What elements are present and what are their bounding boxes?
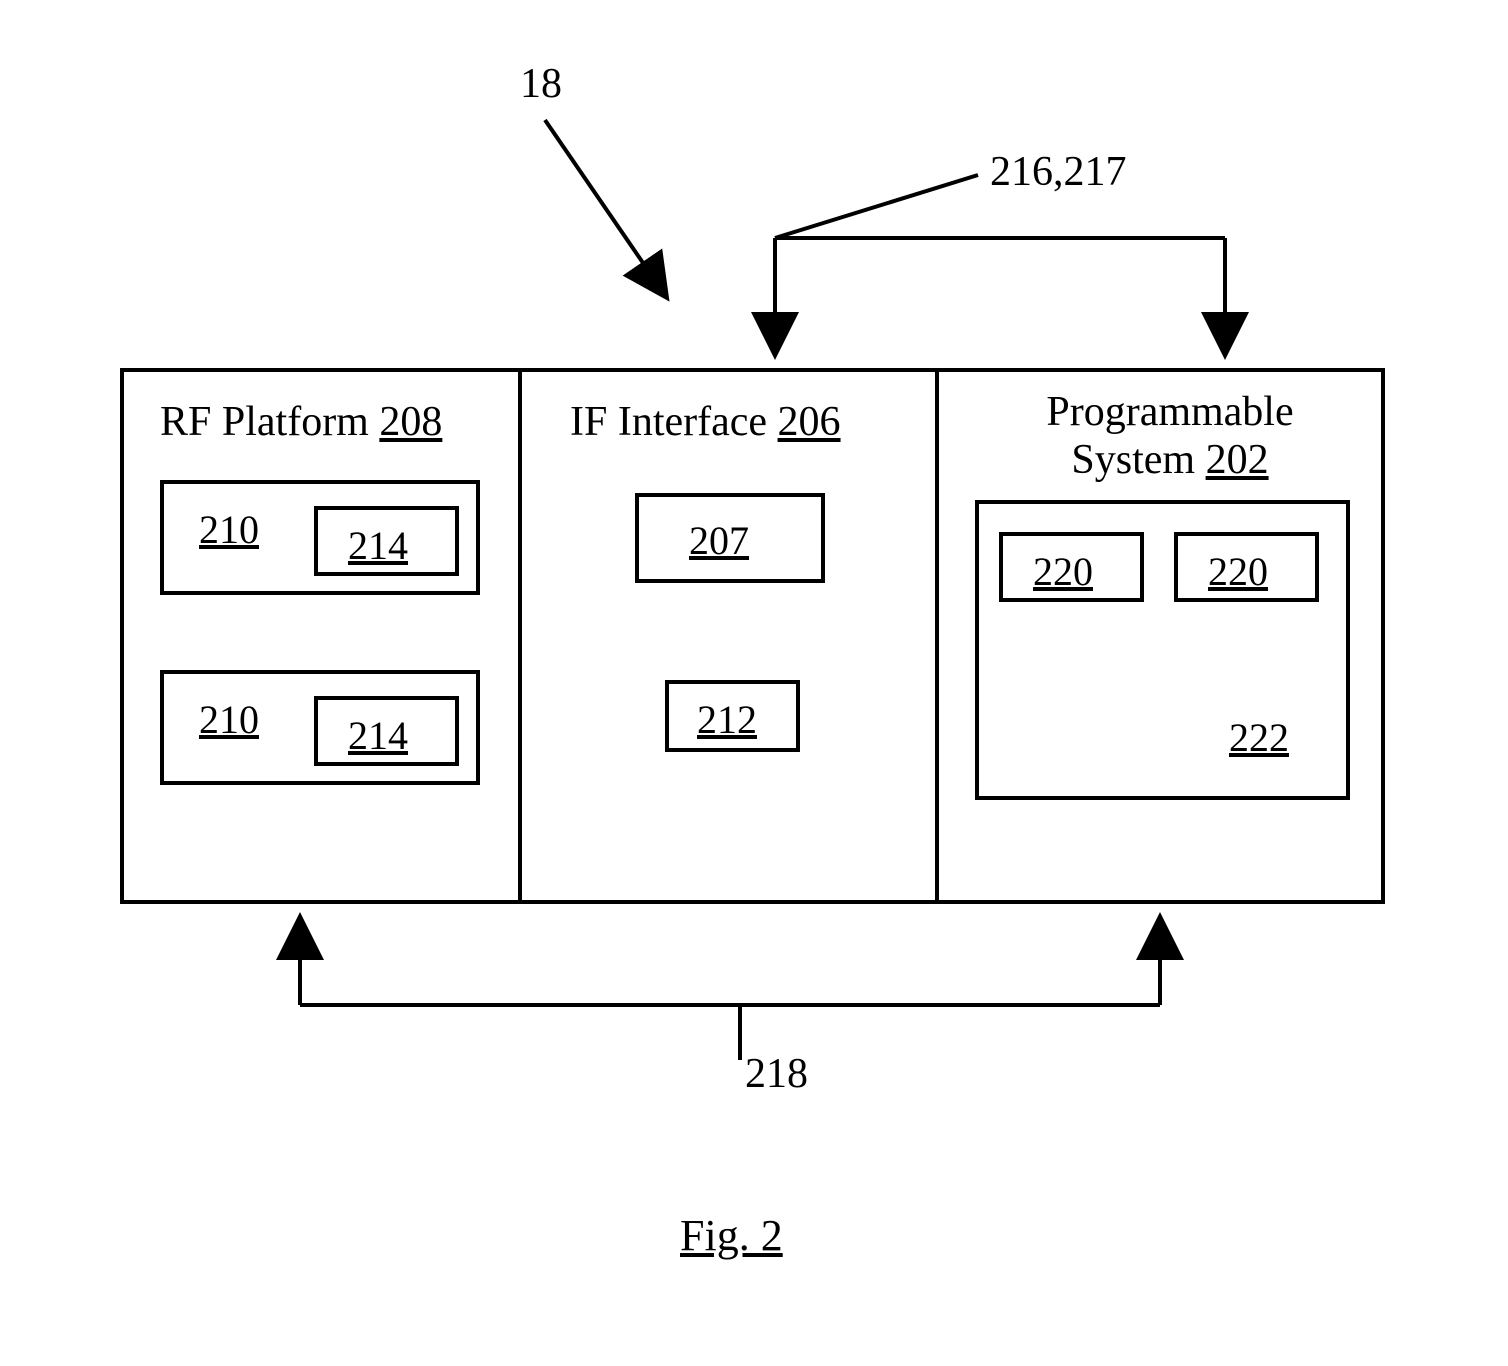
ref-218: 218 xyxy=(745,1050,808,1098)
figure-caption: Fig. 2 xyxy=(680,1210,783,1261)
diagram-stage: 18 216,217 RF Platform 208 210 214 210 xyxy=(0,0,1508,1366)
bracket-218 xyxy=(0,0,1508,1366)
